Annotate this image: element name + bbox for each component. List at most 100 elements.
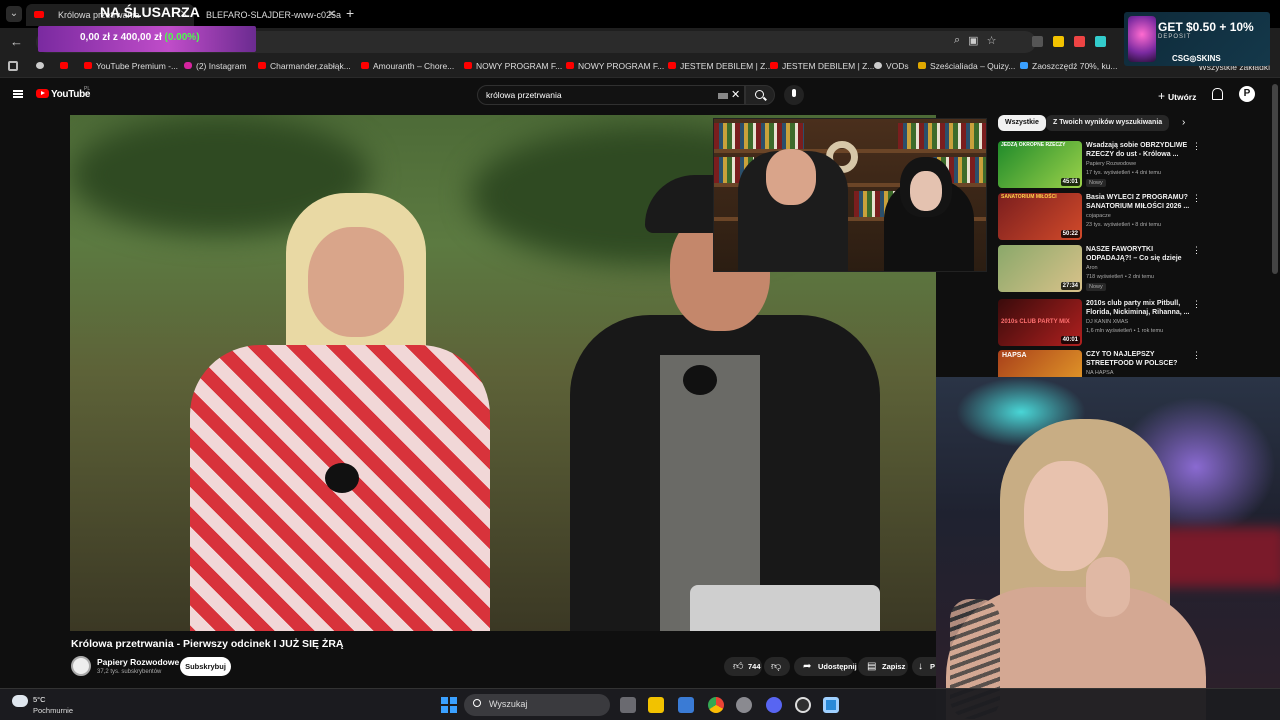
cloud-weather-icon[interactable] [12,695,28,707]
bookmark-item[interactable]: NOWY PROGRAM F... [566,61,664,71]
file-explorer-icon[interactable] [648,697,664,713]
video-thumbnail[interactable]: 27:34 [998,245,1082,292]
recommendation-channel[interactable]: cojapacze [1086,213,1111,219]
recommendation-item[interactable]: SANATORIUM MIŁOŚCI 50:22 Basia WYLECI Z … [998,193,1204,243]
account-avatar[interactable]: P [1239,86,1255,102]
promo-mascot-icon [1128,16,1156,62]
channel-avatar[interactable] [71,656,91,676]
cast-icon[interactable]: ▣ [968,34,978,47]
apps-grid-icon[interactable] [8,61,18,71]
recommendation-channel[interactable]: NA HAPSA [1086,370,1114,376]
video-thumbnail[interactable]: SANATORIUM MIŁOŚCI 50:22 [998,193,1082,240]
subscriber-count: 37,2 tys. subskrybentów [97,669,162,675]
video-thumbnail[interactable]: HAPSA [998,350,1082,377]
bookmark-item[interactable]: Amouranth – Chore... [361,61,454,71]
goal-target: z 400,00 zł [112,32,162,43]
youtube-logo-icon[interactable] [36,89,49,98]
chrome-icon[interactable] [708,697,724,713]
duration-badge: 50:22 [1060,230,1080,238]
bookmark-item[interactable]: Sześcialiada – Quizy... [918,61,1015,71]
bookmark-item[interactable]: Charmander,zabłąk... [258,61,351,71]
menu-icon[interactable] [13,90,23,98]
new-tab-icon[interactable]: + [346,5,354,21]
country-code: PL [84,86,91,92]
recommendation-item[interactable]: 2010s CLUB PARTY MIX 40:01 2010s club pa… [998,299,1204,349]
extension-icon[interactable] [1053,36,1064,47]
tab-title: BLEFARO-SLAJDER-www-c025a [206,10,342,20]
weather-description[interactable]: Pochmurnie [33,706,73,715]
donation-goal-progress: 0,00 zł z 400,00 zł (0.00%) [80,32,200,43]
app-icon[interactable] [823,697,839,713]
bookmark-item[interactable]: JESTEM DEBILEM | Z... [770,61,874,71]
save-playlist-icon: ▤ [867,661,877,672]
more-options-icon[interactable]: ⋮ [1192,193,1201,204]
recommendation-title[interactable]: Wsadzają sobie OBRZYDLIWE RZECZY do ust … [1086,141,1190,159]
chip-from-search[interactable]: Z Twoich wyników wyszukiwania [1046,115,1170,131]
subscribe-button[interactable]: Subskrybuj [180,657,231,676]
search-button[interactable] [745,85,775,105]
duration-badge: 40:01 [1060,336,1080,344]
recommendation-title[interactable]: NASZE FAWORYTKI ODPADAJĄ?! – Co się dzie… [1086,245,1190,263]
bookmark-item[interactable]: Zaoszczędź 70%, ku... [1020,61,1118,71]
search-icon [473,699,481,707]
bookmark-item[interactable]: (2) Instagram [184,61,247,71]
bookmark-star-icon[interactable]: ☆ [987,34,997,47]
clear-search-icon[interactable]: ✕ [731,88,740,101]
streamer-woman-face [910,171,942,211]
bookmark-item[interactable]: JESTEM DEBILEM | Z... [668,61,772,71]
download-button[interactable]: ↓ P [912,657,936,676]
windows-taskbar: 5°C Pochmurnie Wyszukaj [0,688,1280,720]
bookmark-item[interactable]: VODs [874,61,909,71]
extension-icon[interactable] [1074,36,1085,47]
bookmark-item[interactable]: YouTube Premium -... [84,61,178,71]
store-icon[interactable] [678,697,694,713]
like-button[interactable]: 👍︎ 744 [724,657,762,676]
extension-icon[interactable] [1095,36,1106,47]
extension-icon[interactable] [1032,36,1043,47]
tab-inactive[interactable]: BLEFARO-SLAJDER-www-c025a ✕ [194,4,342,26]
zoom-icon[interactable]: ⌕ [954,34,960,47]
page-scrollbar[interactable] [1272,84,1278,274]
video-thumbnail[interactable]: 2010s CLUB PARTY MIX 40:01 [998,299,1082,346]
search-input[interactable]: królowa przetrwania ✕ [477,85,745,105]
more-options-icon[interactable]: ⋮ [1192,299,1201,310]
create-button[interactable]: + Utwórz [1158,89,1196,103]
task-view-icon[interactable] [620,697,636,713]
notifications-bell-icon[interactable] [1212,88,1223,100]
chevron-right-icon[interactable]: › [1182,117,1185,128]
recommendation-item[interactable]: HAPSA CZY TO NAJLEPSZY STREETFOOD W POLS… [998,350,1204,377]
back-arrow-icon[interactable]: ← [10,34,23,49]
video-thumbnail[interactable]: JEDZĄ OKROPNE RZECZY 45:01 [998,141,1082,188]
dislike-button[interactable]: 👎︎ [764,657,790,676]
recommendation-channel[interactable]: Papiery Rozwodowe [1086,161,1136,167]
save-button[interactable]: ▤ Zapisz [858,657,908,676]
more-options-icon[interactable]: ⋮ [1192,245,1201,256]
keyboard-icon[interactable] [718,93,728,99]
bookmark-item[interactable]: NOWY PROGRAM F... [464,61,562,71]
more-options-icon[interactable]: ⋮ [1192,141,1201,152]
video-title: Królowa przetrwania - Pierwszy odcinek I… [71,638,344,650]
recommendation-title[interactable]: CZY TO NAJLEPSZY STREETFOOD W POLSCE? [1086,350,1190,368]
recommendation-title[interactable]: 2010s club party mix Pitbull, Florida, N… [1086,299,1190,317]
recommendation-item[interactable]: JEDZĄ OKROPNE RZECZY 45:01 Wsadzają sobi… [998,141,1204,191]
streamer-man-face [766,149,816,205]
channel-name[interactable]: Papiery Rozwodowe [97,657,179,667]
tab-search-icon[interactable]: ⌄ [6,6,22,22]
discord-icon[interactable] [766,697,782,713]
share-button[interactable]: ➦ Udostępnij [794,657,857,676]
windows-start-icon[interactable] [441,697,457,713]
weather-temperature[interactable]: 5°C [33,695,46,704]
settings-gear-icon[interactable] [736,697,752,713]
taskbar-search[interactable]: Wyszukaj [464,694,610,716]
chip-all[interactable]: Wszystkie [998,115,1046,131]
obs-icon[interactable] [795,697,811,713]
recommendation-channel[interactable]: Aron [1086,265,1098,271]
recommendation-title[interactable]: Basia WYLECI Z PROGRAMU? SANATORIUM MIŁO… [1086,193,1190,211]
recommendation-item[interactable]: 27:34 NASZE FAWORYTKI ODPADAJĄ?! – Co si… [998,245,1204,295]
recommendation-channel[interactable]: DJ KANIN XMAS [1086,319,1128,325]
promo-deposit: DEPOSIT [1158,34,1192,40]
more-options-icon[interactable]: ⋮ [1192,350,1201,361]
close-tab-icon[interactable]: ✕ [328,9,336,20]
lavalier-mic [325,463,359,493]
voice-search-icon[interactable] [784,85,804,105]
